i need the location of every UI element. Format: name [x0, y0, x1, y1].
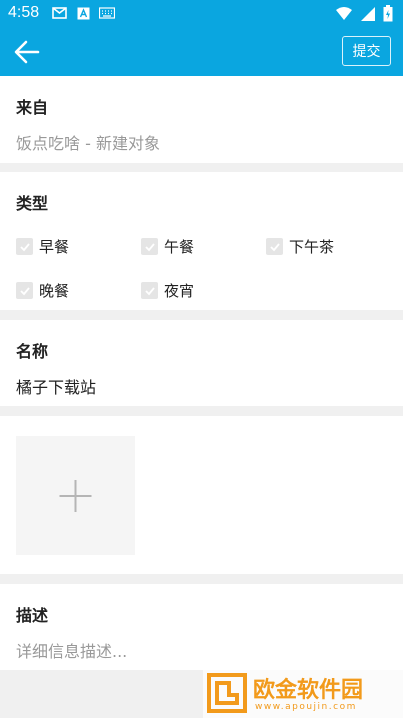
checkbox-icon — [16, 282, 33, 299]
signal-icon — [361, 6, 375, 21]
watermark-url: www.apoujin.com — [255, 702, 357, 712]
plus-icon — [59, 480, 92, 512]
checkbox-icon — [266, 238, 283, 255]
status-time: 4:58 — [8, 4, 40, 21]
notification-keyboard-icon — [99, 7, 115, 19]
description-input[interactable]: 详细信息描述... — [16, 638, 127, 662]
submit-button[interactable]: 提交 — [342, 36, 391, 66]
name-section: 名称 橘子下载站 — [0, 320, 403, 406]
type-label: 类型 — [16, 194, 49, 213]
add-image-button[interactable] — [16, 436, 135, 555]
description-label: 描述 — [16, 606, 49, 625]
watermark: 欧金软件园 www.apoujin.com — [203, 668, 403, 718]
type-option-afternoon-tea[interactable]: 下午茶 — [266, 236, 334, 257]
type-option-label: 下午茶 — [289, 238, 335, 256]
type-option-label: 晚餐 — [39, 282, 70, 300]
checkbox-icon — [141, 282, 158, 299]
from-label: 来自 — [16, 98, 49, 117]
from-value: 饭点吃啥 - 新建对象 — [16, 134, 160, 153]
checkbox-icon — [141, 238, 158, 255]
type-option-label: 早餐 — [39, 238, 70, 256]
type-option-label: 夜宵 — [164, 282, 195, 300]
checkbox-icon — [16, 238, 33, 255]
watermark-text: 欧金软件园 — [253, 678, 364, 703]
name-label: 名称 — [16, 342, 49, 361]
back-arrow-icon[interactable] — [12, 38, 42, 66]
from-section: 来自 饭点吃啥 - 新建对象 — [0, 76, 403, 163]
description-section: 描述 详细信息描述... — [0, 584, 403, 670]
watermark-logo-icon — [207, 673, 247, 713]
type-option-breakfast[interactable]: 早餐 — [16, 236, 69, 257]
notification-mail-icon — [52, 7, 67, 19]
wifi-icon — [336, 7, 352, 20]
name-input[interactable]: 橘子下载站 — [16, 374, 96, 398]
type-option-label: 午餐 — [164, 238, 195, 256]
status-bar: 4:58 — [0, 0, 403, 28]
type-option-lunch[interactable]: 午餐 — [141, 236, 194, 257]
app-bar: 提交 — [0, 28, 403, 76]
image-section — [0, 416, 403, 574]
battery-icon — [383, 5, 393, 22]
type-section: 类型 早餐 午餐 下午茶 晚餐 夜宵 — [0, 172, 403, 310]
notification-font-icon — [77, 7, 90, 19]
type-option-dinner[interactable]: 晚餐 — [16, 280, 69, 301]
type-option-late-snack[interactable]: 夜宵 — [141, 280, 194, 301]
